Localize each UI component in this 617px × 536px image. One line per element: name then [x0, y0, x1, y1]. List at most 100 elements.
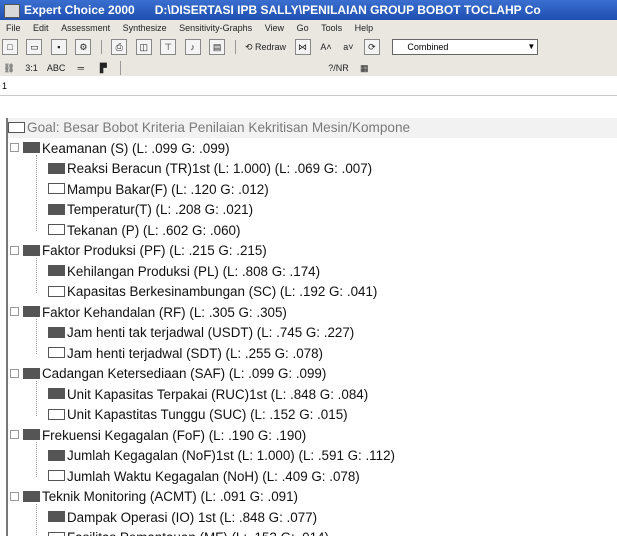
- criterion-node-icon: [23, 142, 40, 154]
- subcriterion-node-icon: [48, 531, 65, 536]
- subcriterion-node[interactable]: Tekanan (P) (L: .602 G: .060): [48, 221, 240, 241]
- subcriterion-label: Jam henti tak terjadwal (USDT) (L: .745 …: [67, 325, 355, 340]
- subcriterion-node[interactable]: Dampak Operasi (IO) 1st (L: .848 G: .077…: [48, 508, 317, 528]
- subcriterion-node[interactable]: Kapasitas Berkesinambungan (SC) (L: .192…: [48, 282, 377, 302]
- tree-connector-line: [36, 257, 37, 293]
- subcriterion-node[interactable]: Jam henti tak terjadwal (USDT) (L: .745 …: [48, 323, 354, 343]
- music-note-icon[interactable]: ♪: [184, 39, 201, 55]
- menu-edit[interactable]: Edit: [33, 23, 49, 33]
- subcriterion-node-icon: [48, 511, 65, 523]
- save-icon[interactable]: ▪: [50, 39, 67, 55]
- criterion-node[interactable]: Frekuensi Kegagalan (FoF) (L: .190 G: .1…: [10, 426, 306, 446]
- settings-icon[interactable]: ⚙: [75, 39, 92, 55]
- criterion-node-icon: [23, 490, 40, 502]
- subcriterion-node[interactable]: Mampu Bakar(F) (L: .120 G: .012): [48, 180, 269, 200]
- font-shrink-button[interactable]: a˅: [341, 40, 355, 54]
- collapse-toggle-icon[interactable]: [10, 368, 19, 378]
- ratio-button[interactable]: 3:1: [24, 61, 38, 75]
- menu-view[interactable]: View: [265, 23, 284, 33]
- redraw-button[interactable]: ⟲ Redraw: [245, 40, 286, 54]
- grid-icon[interactable]: ▤: [209, 39, 226, 55]
- subcriterion-node[interactable]: Kehilangan Produksi (PL) (L: .808 G: .17…: [48, 262, 320, 282]
- font-size-button[interactable]: A˄: [319, 40, 333, 54]
- redraw-label: Redraw: [255, 42, 287, 52]
- criterion-node[interactable]: Teknik Monitoring (ACMT) (L: .091 G: .09…: [10, 487, 298, 507]
- subcriterion-node[interactable]: Reaksi Beracun (TR)1st (L: 1.000) (L: .0…: [48, 159, 372, 179]
- subcriterion-node-icon: [48, 326, 65, 338]
- criterion-node[interactable]: Keamanan (S) (L: .099 G: .099): [10, 139, 230, 159]
- table-icon[interactable]: ▦: [357, 61, 371, 75]
- subcriterion-node[interactable]: Temperatur(T) (L: .208 G: .021): [48, 200, 253, 220]
- subcriterion-node[interactable]: Fasilitas Pemantauan (MF) (L: .152 G: .0…: [48, 528, 329, 536]
- subcriterion-label: Kehilangan Produksi (PL) (L: .808 G: .17…: [67, 263, 321, 279]
- menu-tools[interactable]: Tools: [321, 23, 342, 33]
- subcriterion-node[interactable]: Unit Kapastitas Tunggu (SUC) (L: .152 G:…: [48, 405, 348, 425]
- refresh-icon[interactable]: ⟳: [363, 39, 380, 55]
- combined-value: Combined: [407, 42, 449, 52]
- tree-icon[interactable]: ⊤: [160, 39, 177, 55]
- criterion-node-icon: [23, 306, 40, 318]
- subcriterion-node[interactable]: Jam henti terjadwal (SDT) (L: .255 G: .0…: [48, 344, 323, 364]
- subcriterion-node[interactable]: Unit Kapasitas Terpakai (RUC)1st (L: .84…: [48, 385, 368, 405]
- file-path: D:\DISERTASI IPB SALLY\PENILAIAN GROUP B…: [154, 3, 541, 17]
- criterion-label: Teknik Monitoring (ACMT) (L: .091 G: .09…: [42, 489, 298, 504]
- subcriterion-node[interactable]: Jumlah Waktu Kegagalan (NoH) (L: .409 G:…: [48, 467, 360, 487]
- subcriterion-node-icon: [48, 162, 65, 174]
- criterion-label: Faktor Kehandalan (RF) (L: .305 G: .305): [42, 304, 287, 320]
- menu-sensitivity-graphs[interactable]: Sensitivity-Graphs: [179, 23, 252, 33]
- combined-dropdown[interactable]: Combined ▼: [392, 39, 539, 55]
- menu-help[interactable]: Help: [355, 23, 374, 33]
- menu-file[interactable]: File: [6, 23, 21, 33]
- subcriterion-node[interactable]: Jumlah Kegagalan (NoF)1st (L: 1.000) (L:…: [48, 446, 395, 466]
- toolbar-separator: [100, 40, 102, 54]
- goal-node-icon: [8, 121, 25, 133]
- new-file-icon[interactable]: □: [2, 39, 18, 55]
- criterion-node-icon: [23, 429, 40, 441]
- criterion-node[interactable]: Cadangan Ketersediaan (SAF) (L: .099 G: …: [10, 364, 326, 384]
- subcriterion-node-icon: [48, 408, 65, 420]
- collapse-toggle-icon[interactable]: [10, 143, 19, 153]
- link-icon[interactable]: ⛓: [2, 61, 16, 75]
- menu-synthesize[interactable]: Synthesize: [123, 23, 167, 33]
- collapse-toggle-icon[interactable]: [10, 491, 19, 501]
- goal-node[interactable]: Goal: Besar Bobot Kriteria Penilaian Kek…: [8, 118, 617, 138]
- subcriterion-node-icon: [48, 285, 65, 297]
- criterion-label: Frekuensi Kegagalan (FoF) (L: .190 G: .1…: [42, 427, 307, 443]
- hierarchy-tree: Goal: Besar Bobot Kriteria Penilaian Kek…: [6, 118, 617, 536]
- subcriterion-node-icon: [48, 449, 65, 461]
- flag-icon[interactable]: ▛: [96, 61, 110, 75]
- criterion-node[interactable]: Faktor Produksi (PF) (L: .215 G: .215): [10, 241, 267, 261]
- toolbar-separator: [119, 61, 121, 75]
- criterion-node[interactable]: Faktor Kehandalan (RF) (L: .305 G: .305): [10, 303, 287, 323]
- print-icon[interactable]: ⎙: [111, 39, 128, 55]
- main-toolbar: □ ▭ ▪ ⚙ ⎙ ◫ ⊤ ♪ ▤ ⟲ Redraw ⋈ A˄ a˅ ⟳ Com…: [0, 36, 617, 58]
- menu-assessment[interactable]: Assessment: [61, 23, 110, 33]
- status-line: 1: [0, 76, 617, 96]
- menu-go[interactable]: Go: [297, 23, 309, 33]
- collapse-toggle-icon[interactable]: [10, 307, 19, 317]
- abc-button[interactable]: ABC: [47, 61, 66, 75]
- subcriterion-node-icon: [48, 265, 65, 277]
- criterion-node-icon: [23, 244, 40, 256]
- subcriterion-label: Kapasitas Berkesinambungan (SC) (L: .192…: [67, 284, 378, 299]
- collapse-toggle-icon[interactable]: [10, 245, 19, 255]
- subcriterion-node-icon: [48, 203, 65, 215]
- open-folder-icon[interactable]: ▭: [26, 39, 43, 55]
- subcriterion-label: Temperatur(T) (L: .208 G: .021): [67, 202, 254, 217]
- chevron-down-icon: ▼: [527, 42, 536, 51]
- subcriterion-label: Jumlah Waktu Kegagalan (NoH) (L: .409 G:…: [67, 468, 360, 484]
- criterion-label: Cadangan Ketersediaan (SAF) (L: .099 G: …: [42, 366, 327, 381]
- goal-label: Goal: Besar Bobot Kriteria Penilaian Kek…: [27, 120, 411, 135]
- subcriterion-label: Reaksi Beracun (TR)1st (L: 1.000) (L: .0…: [67, 161, 373, 176]
- criterion-label: Keamanan (S) (L: .099 G: .099): [42, 140, 230, 156]
- subcriterion-label: Jam henti terjadwal (SDT) (L: .255 G: .0…: [67, 345, 324, 361]
- toolbar-separator: [234, 40, 236, 54]
- print-preview-icon[interactable]: ◫: [135, 39, 152, 55]
- pattern-icon[interactable]: ⋈: [294, 39, 311, 55]
- nod-button[interactable]: ?/NR: [328, 61, 349, 75]
- equal-icon[interactable]: ═: [74, 61, 88, 75]
- criterion-label: Faktor Produksi (PF) (L: .215 G: .215): [42, 243, 267, 258]
- collapse-toggle-icon[interactable]: [10, 430, 19, 440]
- tree-connector-line: [36, 155, 37, 231]
- subcriterion-label: Unit Kapasitas Terpakai (RUC)1st (L: .84…: [67, 386, 369, 402]
